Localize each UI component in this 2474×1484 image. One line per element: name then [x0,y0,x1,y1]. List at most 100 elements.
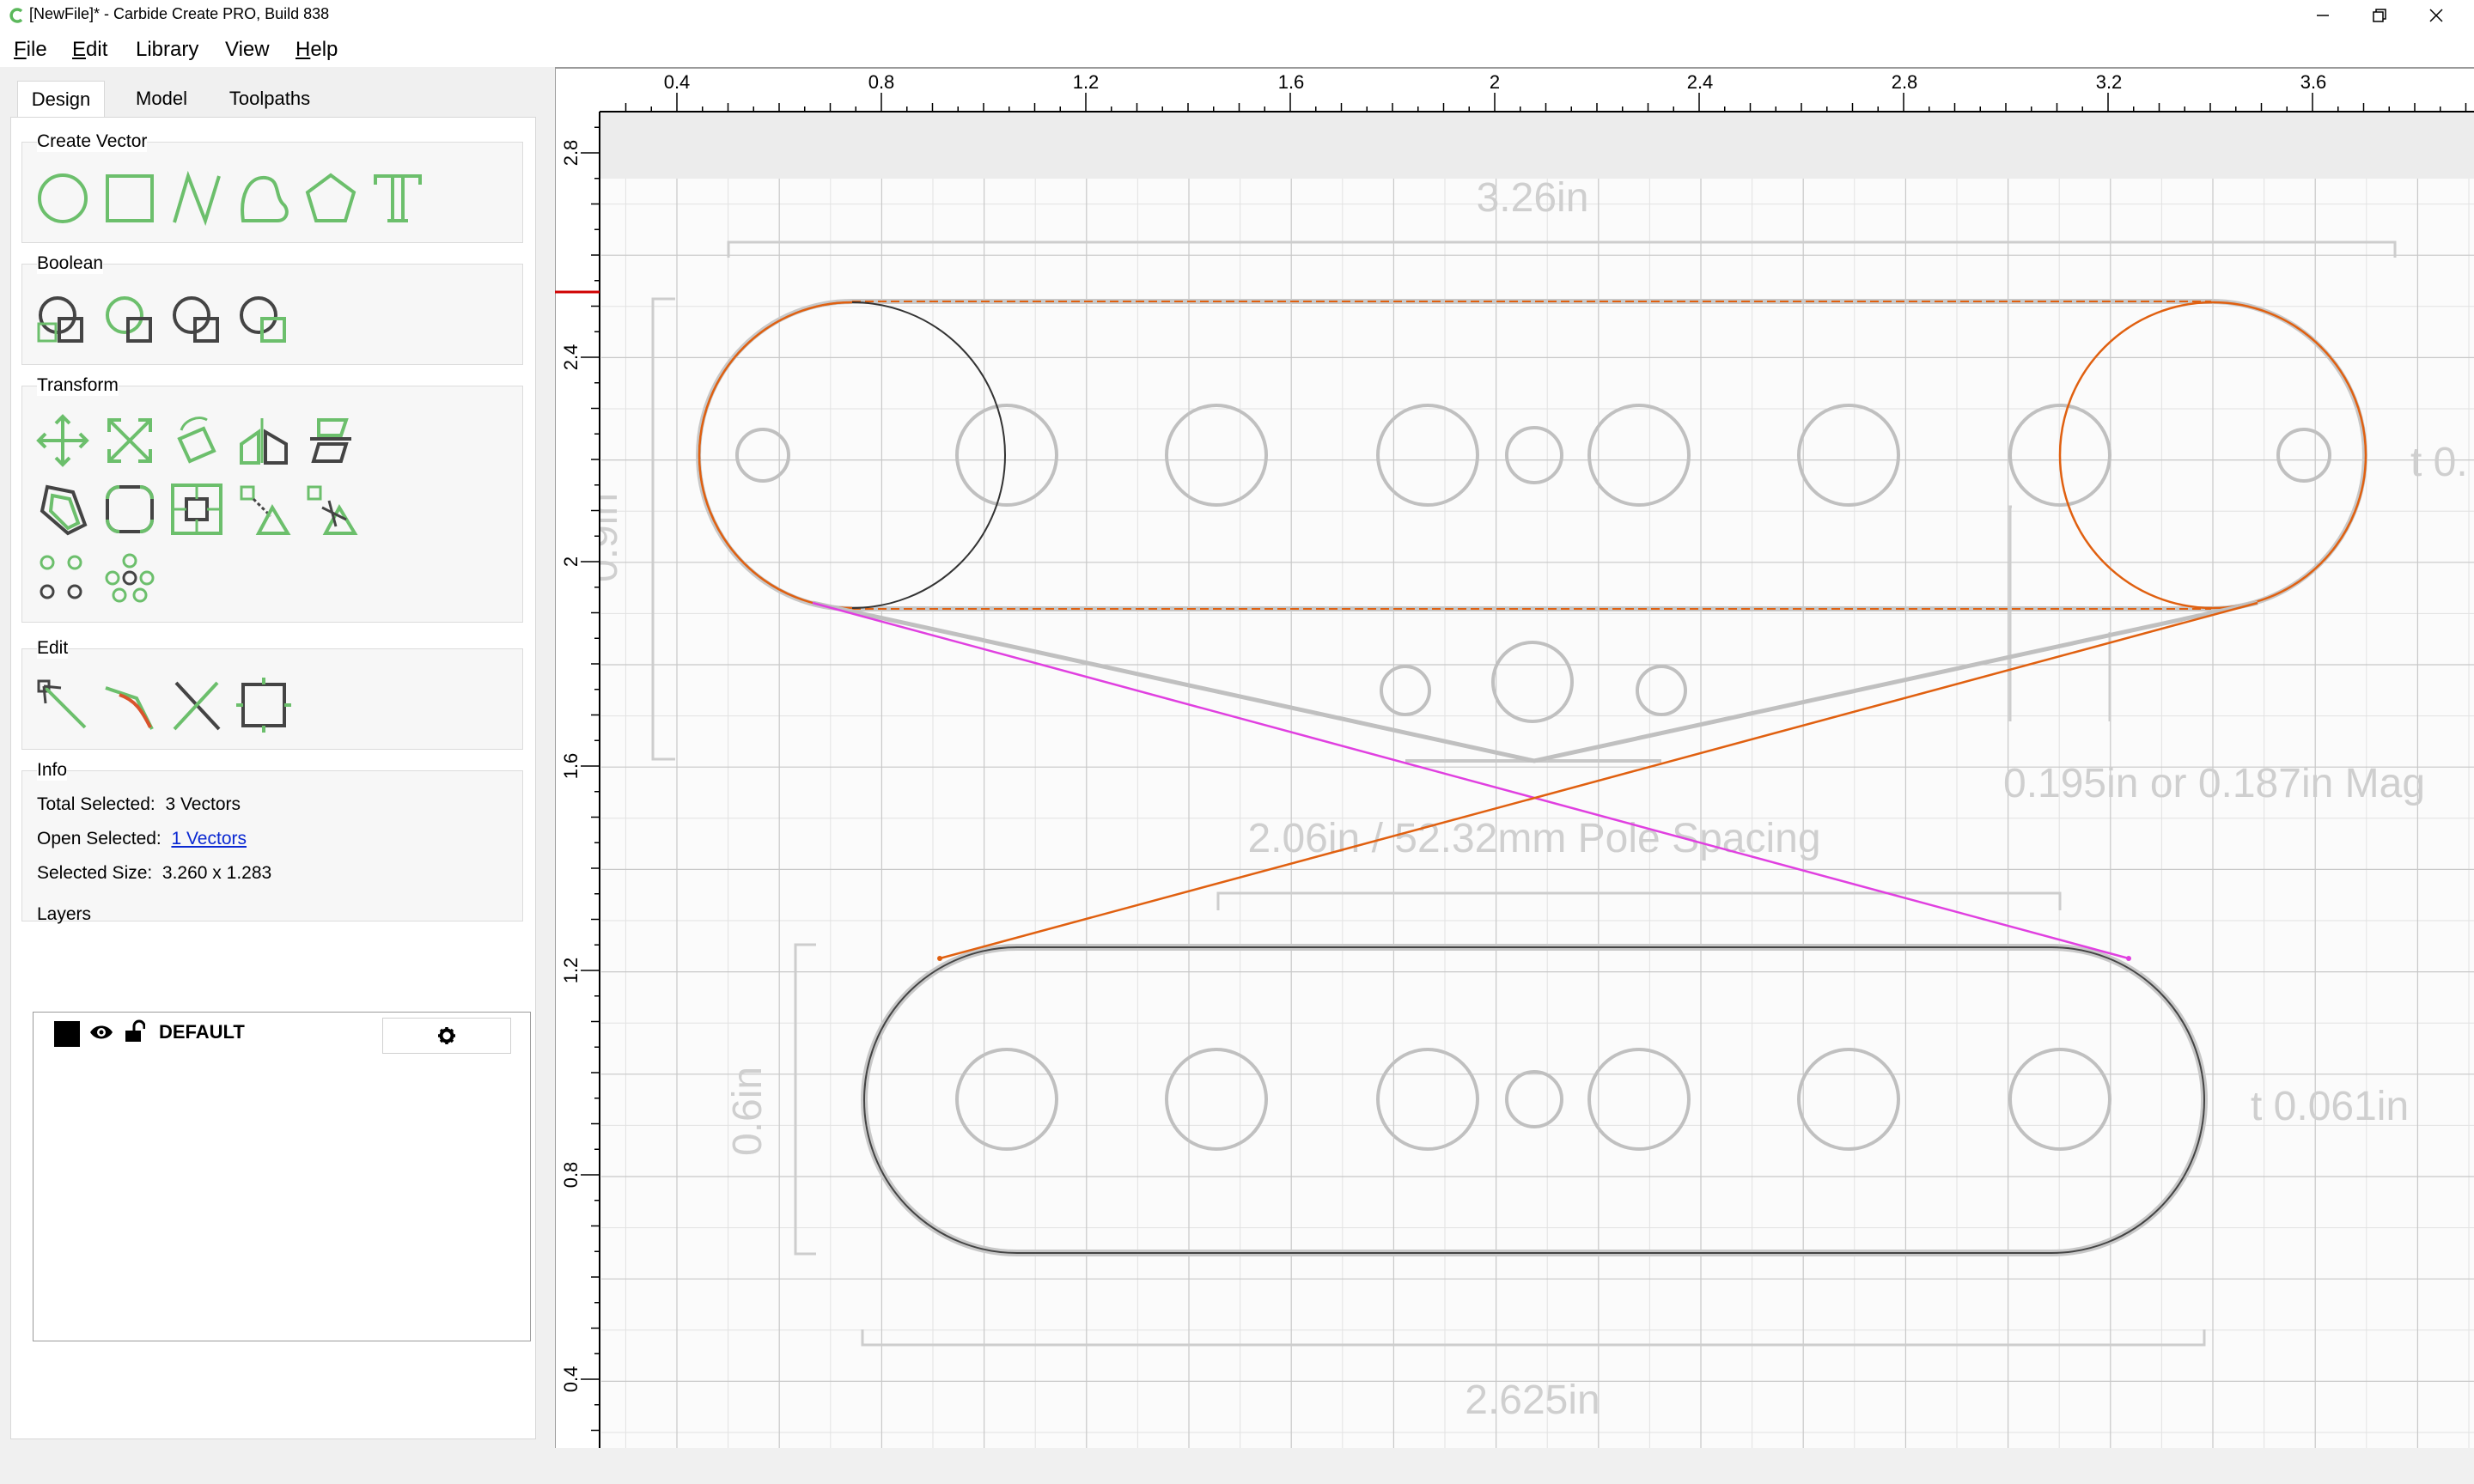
menu-help[interactable]: Help [290,36,343,64]
edit-title: Edit [37,638,69,659]
menu-file-label: ile [26,38,47,61]
tab-toolpaths[interactable]: Toolpaths [211,81,328,117]
dimension-top-width: 3.26in [1477,175,1589,221]
offset-icon [40,484,88,536]
canvas-svg[interactable]: 3.26in t 0. 0.9in 0.195in or 0.187in Mag… [555,67,2474,1448]
rotate-icon [177,417,216,464]
mirror-button[interactable] [236,413,291,468]
total-selected-label: Total Selected: [37,794,155,814]
restore-icon [2373,9,2386,22]
ruler-left-label: 2 [560,556,582,567]
open-selected-link[interactable]: 1 Vectors [171,829,247,848]
tab-design[interactable]: Design [17,81,105,118]
ruler-left-label: 1.6 [560,753,582,780]
polygon-tool-icon [305,173,356,222]
pole-spacing-note: 2.06in / 52.32mm Pole Spacing [1247,816,1820,861]
dimension-bottom-width: 2.625in [1465,1378,1600,1423]
ruler-top-label: 0.8 [868,71,895,93]
magenta-vector-endpoint[interactable] [2126,956,2131,961]
weld-button[interactable] [236,293,291,348]
menu-help-label: elp [310,38,338,61]
union-button[interactable] [35,293,90,348]
menu-library-label: Library [136,38,199,61]
offset-button[interactable] [35,482,90,537]
smooth-button[interactable] [102,678,157,733]
ruler-left-label: 1.2 [560,958,582,984]
layer-row[interactable]: DEFAULT [34,1013,530,1054]
polygon-tool-button[interactable] [303,171,358,226]
menu-file[interactable]: File [9,36,52,64]
menu-help-mnemonic: H [296,38,311,61]
cut-icon [173,681,221,731]
cut-button[interactable] [169,678,224,733]
intersect-button[interactable] [169,293,224,348]
tab-toolpaths-label: Toolpaths [229,88,311,109]
top-ruler[interactable] [555,67,2474,112]
text-tool-icon [374,174,422,222]
tab-model[interactable]: Model [117,81,206,117]
unlock-icon[interactable] [123,1019,145,1043]
mirror-icon [240,418,288,465]
tab-model-label: Model [136,88,187,109]
orange-vector-endpoint[interactable] [937,956,942,961]
app-logo-icon [9,8,23,23]
open-selected-row: Open Selected: 1 Vectors [37,829,247,849]
total-selected-value: 3 Vectors [165,794,241,814]
boolean-title: Boolean [37,253,104,274]
box-button[interactable] [236,678,291,733]
close-button[interactable] [2397,0,2474,31]
window-title: [NewFile]* - Carbide Create PRO, Build 8… [29,5,330,22]
menu-edit[interactable]: Edit [67,36,113,64]
polyline-tool-button[interactable] [169,170,224,227]
trim-icon [307,485,358,535]
curve-tool-button[interactable] [236,171,291,226]
menu-library[interactable]: Library [131,36,204,64]
create-vector-title: Create Vector [37,131,148,152]
circle-tool-button[interactable] [35,171,90,226]
rectangle-tool-button[interactable] [102,171,157,226]
circular-array-button[interactable] [102,550,157,605]
scale-icon [107,418,152,463]
grid-array-button[interactable] [35,550,90,605]
scale-button[interactable] [102,413,157,468]
smooth-icon [105,686,154,730]
title-bar: [NewFile]* - Carbide Create PRO, Build 8… [0,0,2474,31]
status-strip [0,1448,2474,1484]
selected-size-value: 3.260 x 1.283 [161,863,272,883]
menu-edit-label: dit [86,38,108,61]
center-button[interactable] [169,482,224,537]
move-button[interactable] [35,413,90,468]
eye-icon[interactable] [88,1021,114,1043]
align-button[interactable] [303,413,358,468]
layers-title: Layers [37,904,92,924]
open-selected-label: Open Selected: [37,829,161,848]
subtract-button[interactable] [102,293,157,348]
distort-button[interactable] [236,482,291,537]
thickness-note: t 0.061in [2251,1084,2409,1129]
ruler-left-label: 2.8 [560,140,582,167]
text-tool-button[interactable] [370,171,425,226]
box-icon [236,678,291,733]
grid-array-icon [40,555,82,599]
ruler-top-label: 1.2 [1073,71,1100,93]
ruler-corner [555,67,600,112]
layer-color-swatch[interactable] [54,1021,80,1047]
layer-name: DEFAULT [159,1021,245,1043]
intersect-icon [173,296,219,343]
design-canvas[interactable]: 3.26in t 0. 0.9in 0.195in or 0.187in Mag… [555,67,2474,1448]
rotate-button[interactable] [169,413,224,468]
ruler-top-label: 2 [1490,71,1500,93]
close-icon [2429,9,2443,22]
menu-view[interactable]: View [220,36,275,64]
layer-settings-button[interactable] [382,1018,511,1054]
selected-size-label: Selected Size: [37,863,153,883]
transform-title: Transform [37,375,119,396]
dimension-left-vertical-bottom: 0.6in [725,1067,771,1156]
fillet-button[interactable] [102,482,157,537]
ruler-left-label: 2.4 [560,344,582,371]
gear-icon [438,1027,455,1044]
node-edit-button[interactable] [35,678,90,733]
curve-tool-icon [241,175,289,222]
ruler-top-label: 2.4 [1687,71,1714,93]
trim-button[interactable] [303,482,358,537]
